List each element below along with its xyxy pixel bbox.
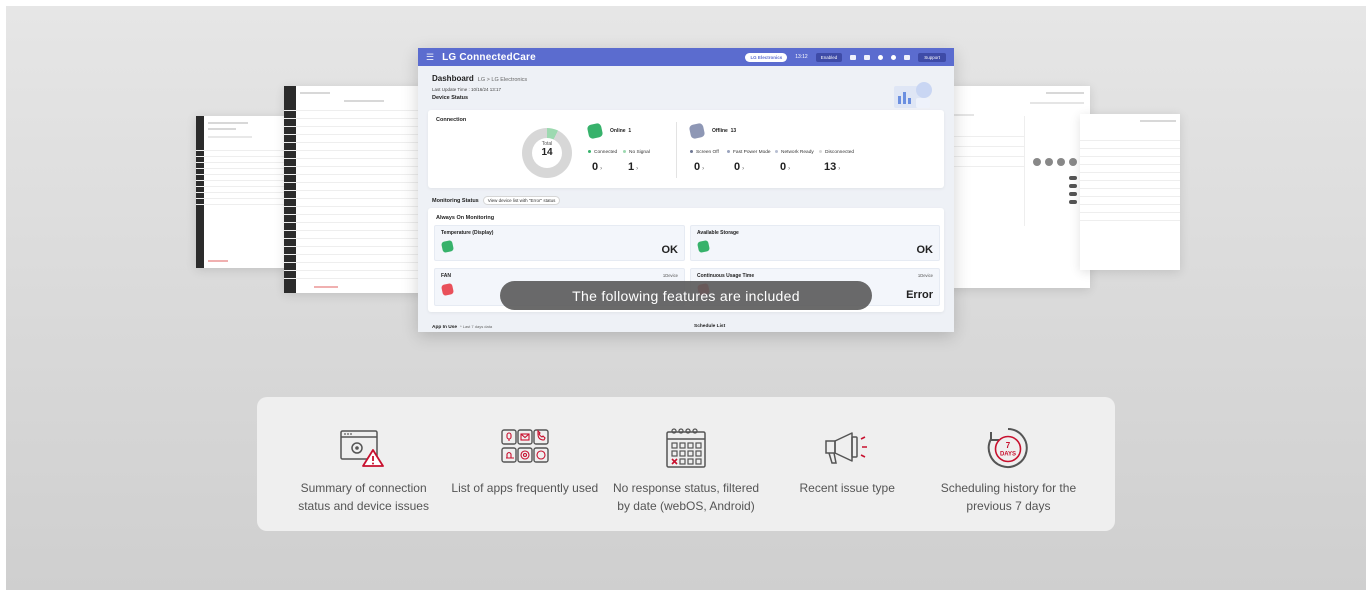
temperature-value: OK — [661, 244, 679, 256]
disconnected-dot — [819, 150, 822, 154]
feature-connection-summary: Summary of connection status and device … — [283, 427, 444, 515]
fan-title: FAN — [441, 273, 451, 279]
usage-title: Continuous Usage Time — [697, 273, 755, 279]
monitor-icon[interactable] — [850, 54, 857, 60]
screen-off-dot — [690, 150, 693, 154]
features-banner: The following features are included — [500, 281, 872, 310]
offline-label: Offline 13 — [712, 128, 737, 134]
apps-grid-icon[interactable] — [904, 54, 911, 60]
feature-text-scheduling: Scheduling history for the previous 7 da… — [940, 481, 1077, 513]
feature-scheduling-history: 7 DAYS Scheduling history for the previo… — [928, 427, 1089, 515]
temperature-display-tile[interactable]: Temperature (Display) OK — [434, 225, 685, 261]
feature-text-connection: Summary of connection status and device … — [298, 481, 429, 513]
breadcrumb[interactable]: LG > LG Electronics — [478, 77, 527, 83]
usage-value: Error — [906, 289, 933, 301]
storage-value: OK — [916, 244, 934, 256]
seven-days-number: 7 — [1006, 441, 1011, 450]
connected-count[interactable]: 0 › — [592, 161, 602, 173]
offline-status-icon — [688, 122, 706, 140]
legend-no-signal: No Signal — [623, 150, 650, 155]
legend-screen-off: Screen Off — [690, 150, 719, 155]
legend-disconnected: Disconnected — [819, 150, 854, 155]
connection-card: Connection Total 14 Online 1 Connected N… — [428, 110, 944, 188]
storage-status-icon — [696, 239, 711, 254]
app-title: LG ConnectedCare — [442, 51, 536, 63]
connection-warning-icon — [339, 427, 389, 469]
error-device-filter-button[interactable]: View device list with "Error" status — [482, 196, 561, 205]
connection-divider — [676, 122, 677, 178]
top-navigation-bar: ☰ LG ConnectedCare LG Electronics 13:12 … — [418, 48, 954, 66]
user-icon[interactable] — [891, 54, 897, 60]
feature-frequent-apps: List of apps frequently used — [444, 427, 605, 497]
no-signal-dot — [623, 150, 626, 154]
hamburger-menu-icon[interactable]: ☰ — [426, 52, 434, 63]
available-storage-tile[interactable]: Available Storage OK — [690, 225, 940, 261]
feature-no-response: No response status, filtered by date (we… — [605, 427, 766, 515]
schedule-list-heading: Schedule List — [694, 324, 726, 329]
storage-title: Available Storage — [697, 230, 739, 236]
megaphone-icon — [822, 427, 872, 469]
background-window-far-left — [196, 116, 291, 268]
network-ready-count[interactable]: 0 › — [780, 161, 790, 173]
decorative-chart-illustration — [894, 82, 932, 108]
online-label: Online 1 — [610, 128, 632, 134]
app-grid-icon — [500, 427, 550, 469]
temperature-status-icon — [440, 239, 455, 254]
screen-off-count[interactable]: 0 › — [694, 161, 704, 173]
last-update-time: Last Update Time : 10/16/24 13:17 — [432, 87, 502, 92]
connection-title: Connection — [436, 117, 467, 123]
no-signal-count[interactable]: 1 › — [628, 161, 638, 173]
app-in-use-heading: App In Use * Last 7 days data — [432, 324, 493, 330]
seven-days-caption: DAYS — [1000, 452, 1016, 458]
disconnected-count[interactable]: 13 › — [824, 161, 840, 173]
calendar-x-icon — [661, 427, 711, 469]
legend-network-ready: Network Ready — [775, 150, 814, 155]
clock-display: 13:12 — [795, 54, 808, 60]
feature-text-no-response: No response status, filtered by date (we… — [612, 481, 760, 513]
temperature-title: Temperature (Display) — [441, 230, 494, 236]
network-ready-dot — [775, 150, 778, 154]
legend-fast-power-mode: Fast Power Mode — [727, 150, 771, 155]
online-status-icon — [586, 122, 604, 140]
feature-text-recent-issue: Recent issue type — [799, 481, 895, 495]
app-in-use-subtitle: * Last 7 days data — [460, 324, 493, 329]
background-window-right — [950, 86, 1090, 288]
fast-power-count[interactable]: 0 › — [734, 161, 744, 173]
feature-text-apps: List of apps frequently used — [451, 481, 599, 495]
fan-device-link[interactable]: 1Device — [663, 273, 678, 278]
feature-recent-issue: Recent issue type — [767, 427, 928, 497]
organization-selector[interactable]: LG Electronics — [745, 52, 788, 62]
hero-stage: ☰ LG ConnectedCare LG Electronics 13:12 … — [6, 6, 1366, 590]
fast-power-dot — [727, 150, 730, 154]
background-window-left — [284, 86, 424, 293]
legend-connected: Connected — [588, 150, 617, 155]
background-window-far-right — [1080, 114, 1180, 270]
usage-device-link[interactable]: 1Device — [918, 273, 933, 278]
page-title: Dashboard LG > LG Electronics — [432, 74, 528, 83]
notification-icon[interactable] — [878, 54, 884, 60]
always-on-title: Always On Monitoring — [436, 215, 495, 221]
features-panel: Summary of connection status and device … — [257, 397, 1115, 531]
support-button[interactable]: Support — [918, 52, 946, 62]
monitoring-status-title: Monitoring Status — [432, 197, 479, 204]
total-value: 14 — [541, 147, 553, 158]
device-status-heading: Device Status — [432, 95, 469, 101]
status-toggle[interactable]: Enabled — [815, 52, 843, 62]
seven-days-icon: 7 DAYS — [983, 427, 1033, 469]
dashboard-window: ☰ LG ConnectedCare LG Electronics 13:12 … — [418, 48, 954, 332]
connected-dot — [588, 150, 591, 154]
folder-icon[interactable] — [864, 54, 871, 60]
fan-status-icon — [440, 282, 455, 297]
